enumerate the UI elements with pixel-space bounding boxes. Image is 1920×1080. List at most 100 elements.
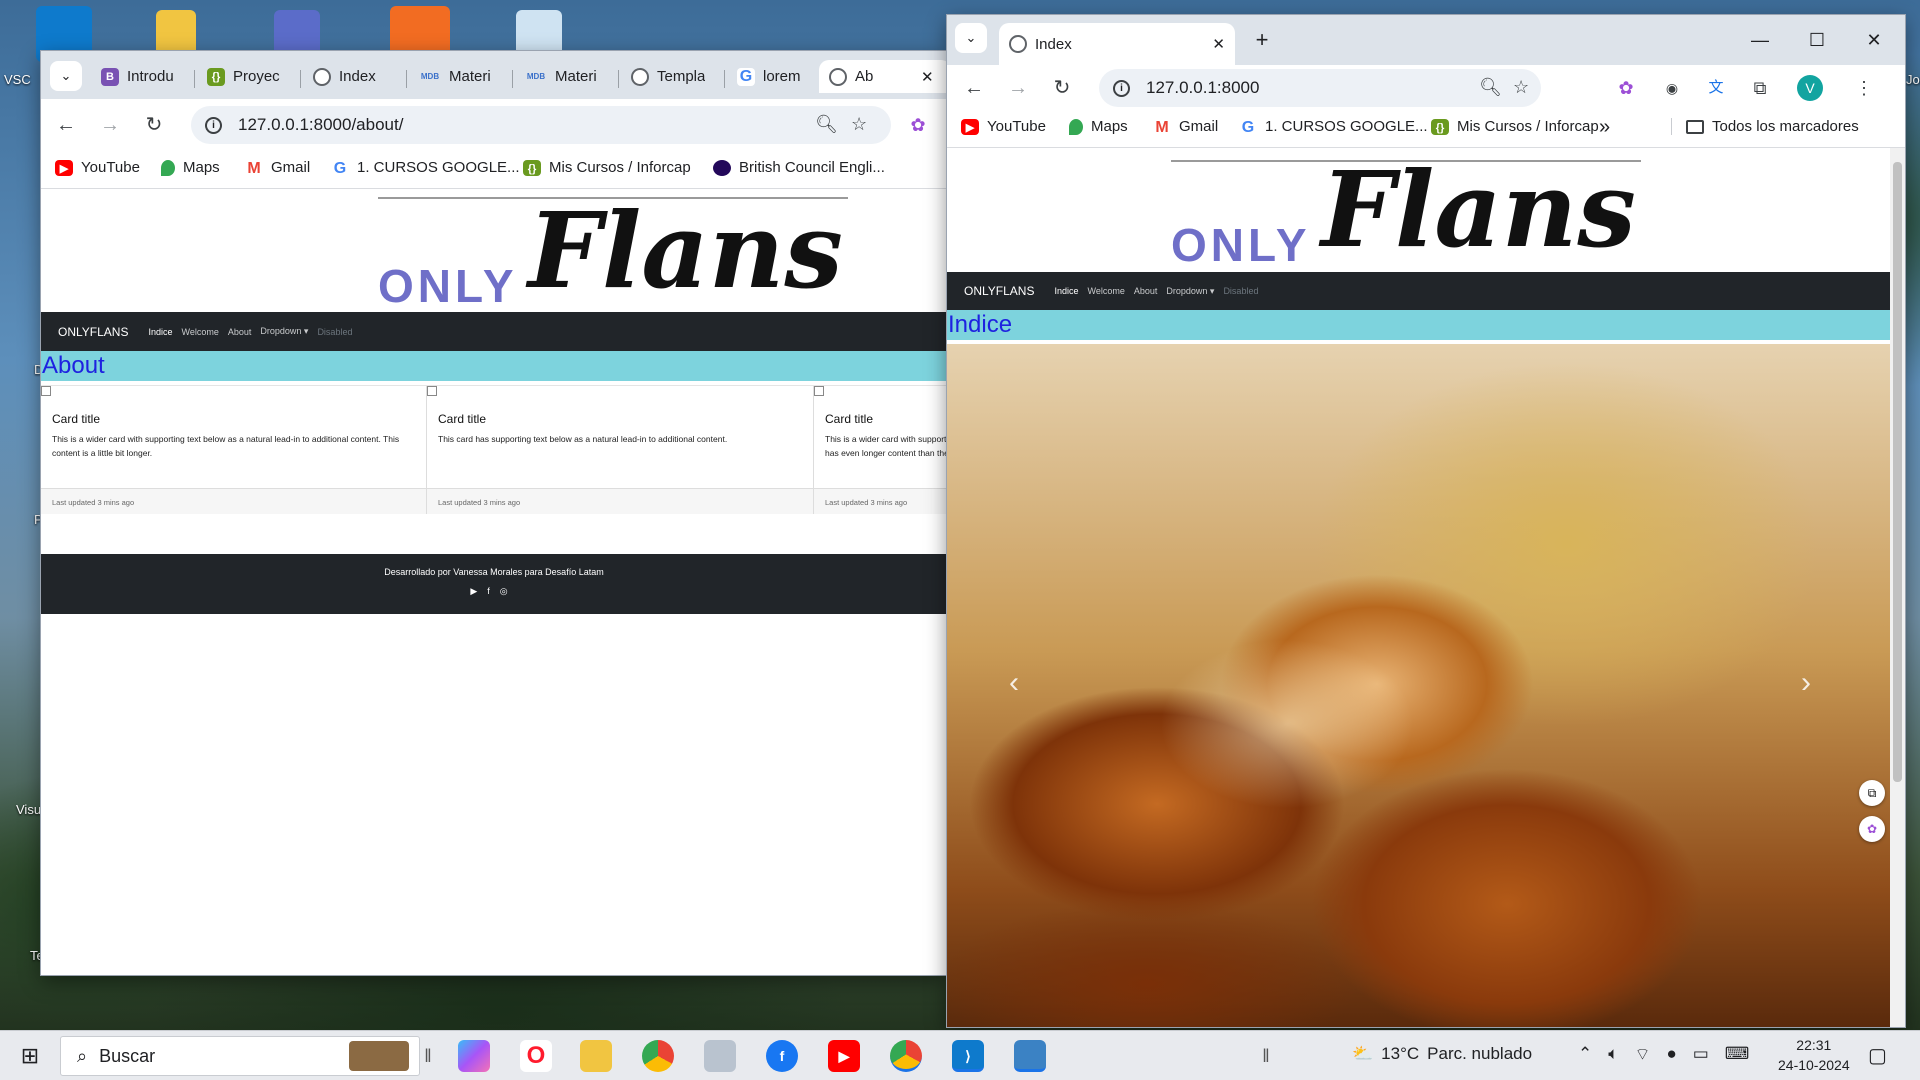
- tab-material-2[interactable]: MDB Materi: [515, 60, 615, 93]
- opera-icon[interactable]: O: [520, 1040, 552, 1072]
- reload-button[interactable]: ↻: [1047, 73, 1077, 103]
- tab-introduccion[interactable]: B Introdu: [91, 60, 191, 93]
- site-navbar: ONLYFLANS Indice Welcome About Dropdown …: [41, 312, 947, 351]
- tab-label: Materi: [449, 68, 491, 85]
- youtube-icon[interactable]: ▶: [828, 1040, 860, 1072]
- bookmark-star-icon[interactable]: ☆: [851, 114, 867, 135]
- nav-link-welcome[interactable]: Welcome: [1088, 286, 1125, 296]
- nav-dropdown[interactable]: Dropdown ▾: [1166, 286, 1214, 297]
- nav-link-indice[interactable]: Indice: [1054, 286, 1078, 296]
- site-info-icon[interactable]: i: [205, 116, 222, 134]
- notifications-icon[interactable]: ▢: [1868, 1043, 1887, 1068]
- all-bookmarks-folder[interactable]: Todos los marcadores: [1671, 118, 1859, 135]
- tab-proyecto[interactable]: {} Proyec: [197, 60, 297, 93]
- nav-dropdown[interactable]: Dropdown ▾: [260, 326, 308, 337]
- menu-kebab-icon[interactable]: ⋮: [1851, 75, 1877, 101]
- tab-lorem[interactable]: G lorem: [727, 60, 827, 93]
- bookmark-gmail[interactable]: M Gmail: [1153, 118, 1218, 136]
- address-bar[interactable]: i 127.0.0.1:8000 🔍︎ ☆: [1099, 69, 1541, 107]
- maximize-button[interactable]: ☐: [1802, 25, 1832, 55]
- back-button[interactable]: ←: [959, 73, 989, 103]
- reload-button[interactable]: ↻: [139, 110, 169, 140]
- translate-fab-icon[interactable]: ⧉: [1859, 780, 1885, 806]
- tab-template[interactable]: Templa: [621, 60, 721, 93]
- avatar[interactable]: V: [1797, 75, 1823, 101]
- bookmark-star-icon[interactable]: ☆: [1513, 77, 1529, 98]
- bookmark-cursos-google[interactable]: G 1. CURSOS GOOGLE...: [331, 159, 520, 177]
- bookmark-gmail[interactable]: M Gmail: [245, 159, 310, 177]
- copilot-icon[interactable]: [458, 1040, 490, 1072]
- bookmark-inforcap[interactable]: {} Mis Cursos / Inforcap: [523, 159, 691, 176]
- new-tab-button[interactable]: +: [1247, 25, 1277, 55]
- page-index: ONLY Flans ONLYFLANS Indice Welcome Abou…: [947, 148, 1905, 1027]
- carousel-prev-button[interactable]: ‹: [1009, 666, 1019, 700]
- chrome-profile-icon[interactable]: [890, 1040, 922, 1072]
- address-bar[interactable]: i 127.0.0.1:8000/about/ 🔍︎ ☆: [191, 106, 891, 144]
- tab-index[interactable]: Index ✕: [999, 23, 1235, 65]
- translate-icon[interactable]: 文: [1703, 75, 1729, 101]
- tab-material-1[interactable]: MDB Materi: [409, 60, 509, 93]
- bookmark-label: Mis Cursos / Inforcap: [1457, 118, 1599, 135]
- forward-button[interactable]: →: [95, 110, 125, 140]
- minimize-button[interactable]: —: [1745, 25, 1775, 55]
- tab-about[interactable]: Ab ✕: [819, 60, 947, 93]
- extension-brain-icon[interactable]: ✿: [1613, 75, 1639, 101]
- scrollbar-thumb[interactable]: [1893, 162, 1902, 782]
- keyboard-icon[interactable]: ⌨: [1725, 1044, 1750, 1065]
- extensions-puzzle-icon[interactable]: ⧉: [1747, 75, 1773, 101]
- windows-start-icon[interactable]: ⊞: [16, 1040, 44, 1072]
- extension-brain-icon[interactable]: ✿: [905, 112, 931, 138]
- forward-button[interactable]: →: [1003, 73, 1033, 103]
- tab-search-button[interactable]: ⌄: [955, 23, 987, 53]
- zoom-icon[interactable]: 🔍︎: [1479, 77, 1502, 98]
- vscode-icon[interactable]: ⟩: [952, 1040, 984, 1072]
- nav-link-about[interactable]: About: [228, 327, 252, 337]
- bookmark-cursos-google[interactable]: G 1. CURSOS GOOGLE...: [1239, 118, 1428, 136]
- microphone-icon[interactable]: ●: [1666, 1044, 1676, 1065]
- bookmark-youtube[interactable]: ▶ YouTube: [55, 159, 140, 176]
- bookmarks-bar: ▶ YouTube Maps M Gmail G 1. CURSOS GOOGL…: [41, 151, 947, 189]
- chevron-up-icon[interactable]: ⌃: [1578, 1044, 1592, 1065]
- bread-carousel-image[interactable]: ‹ ›: [947, 344, 1890, 1027]
- nav-link-welcome[interactable]: Welcome: [182, 327, 219, 337]
- facebook-icon[interactable]: f: [766, 1040, 798, 1072]
- carousel-next-button[interactable]: ›: [1801, 666, 1811, 700]
- page-scrollbar[interactable]: [1890, 148, 1905, 1027]
- site-footer: Desarrollado por Vanessa Morales para De…: [41, 554, 947, 614]
- nav-link-about[interactable]: About: [1134, 286, 1158, 296]
- nav-link-indice[interactable]: Indice: [148, 327, 172, 337]
- speaker-icon[interactable]: 🔈︎: [1608, 1044, 1618, 1065]
- close-tab-icon[interactable]: ✕: [921, 68, 934, 86]
- weather-widget[interactable]: ⛅ 13°C Parc. nublado: [1352, 1044, 1532, 1064]
- facebook-icon[interactable]: f: [487, 586, 500, 596]
- youtube-icon[interactable]: ▶: [470, 586, 487, 596]
- navbar-brand[interactable]: ONLYFLANS: [964, 284, 1034, 298]
- photos-icon[interactable]: [1014, 1040, 1046, 1072]
- navbar-brand[interactable]: ONLYFLANS: [58, 325, 128, 339]
- task-view-icon[interactable]: ‖: [424, 1040, 432, 1072]
- bookmark-maps[interactable]: Maps: [161, 159, 220, 176]
- close-window-button[interactable]: ✕: [1859, 25, 1889, 55]
- bookmark-maps[interactable]: Maps: [1069, 118, 1128, 135]
- wifi-icon[interactable]: ⌔: [1634, 1044, 1650, 1065]
- file-explorer-icon[interactable]: [580, 1040, 612, 1072]
- taskbar-search[interactable]: ⌕ Buscar: [60, 1036, 420, 1076]
- back-button[interactable]: ←: [51, 110, 81, 140]
- battery-icon[interactable]: ▭: [1693, 1044, 1709, 1065]
- extension-record-icon[interactable]: ◉: [1659, 75, 1685, 101]
- zoom-icon[interactable]: 🔍︎: [815, 114, 838, 135]
- chrome-icon[interactable]: [642, 1040, 674, 1072]
- close-tab-icon[interactable]: ✕: [1212, 35, 1225, 53]
- tab-search-button[interactable]: ⌄: [50, 61, 82, 91]
- assistant-fab-icon[interactable]: ✿: [1859, 816, 1885, 842]
- bookmark-inforcap[interactable]: {} Mis Cursos / Inforcap: [1431, 118, 1599, 135]
- tab-index[interactable]: Index: [303, 60, 403, 93]
- card-text: This is a wider card with supporting tex…: [825, 434, 947, 458]
- instagram-icon[interactable]: ◎: [500, 586, 518, 596]
- bookmarks-overflow-button[interactable]: »: [1599, 116, 1610, 139]
- site-info-icon[interactable]: i: [1113, 79, 1130, 97]
- bookmark-british-council[interactable]: British Council Engli...: [713, 159, 885, 176]
- clock[interactable]: 22:31 24-10-2024: [1778, 1035, 1850, 1075]
- bookmark-youtube[interactable]: ▶ YouTube: [961, 118, 1046, 135]
- app-icon[interactable]: [704, 1040, 736, 1072]
